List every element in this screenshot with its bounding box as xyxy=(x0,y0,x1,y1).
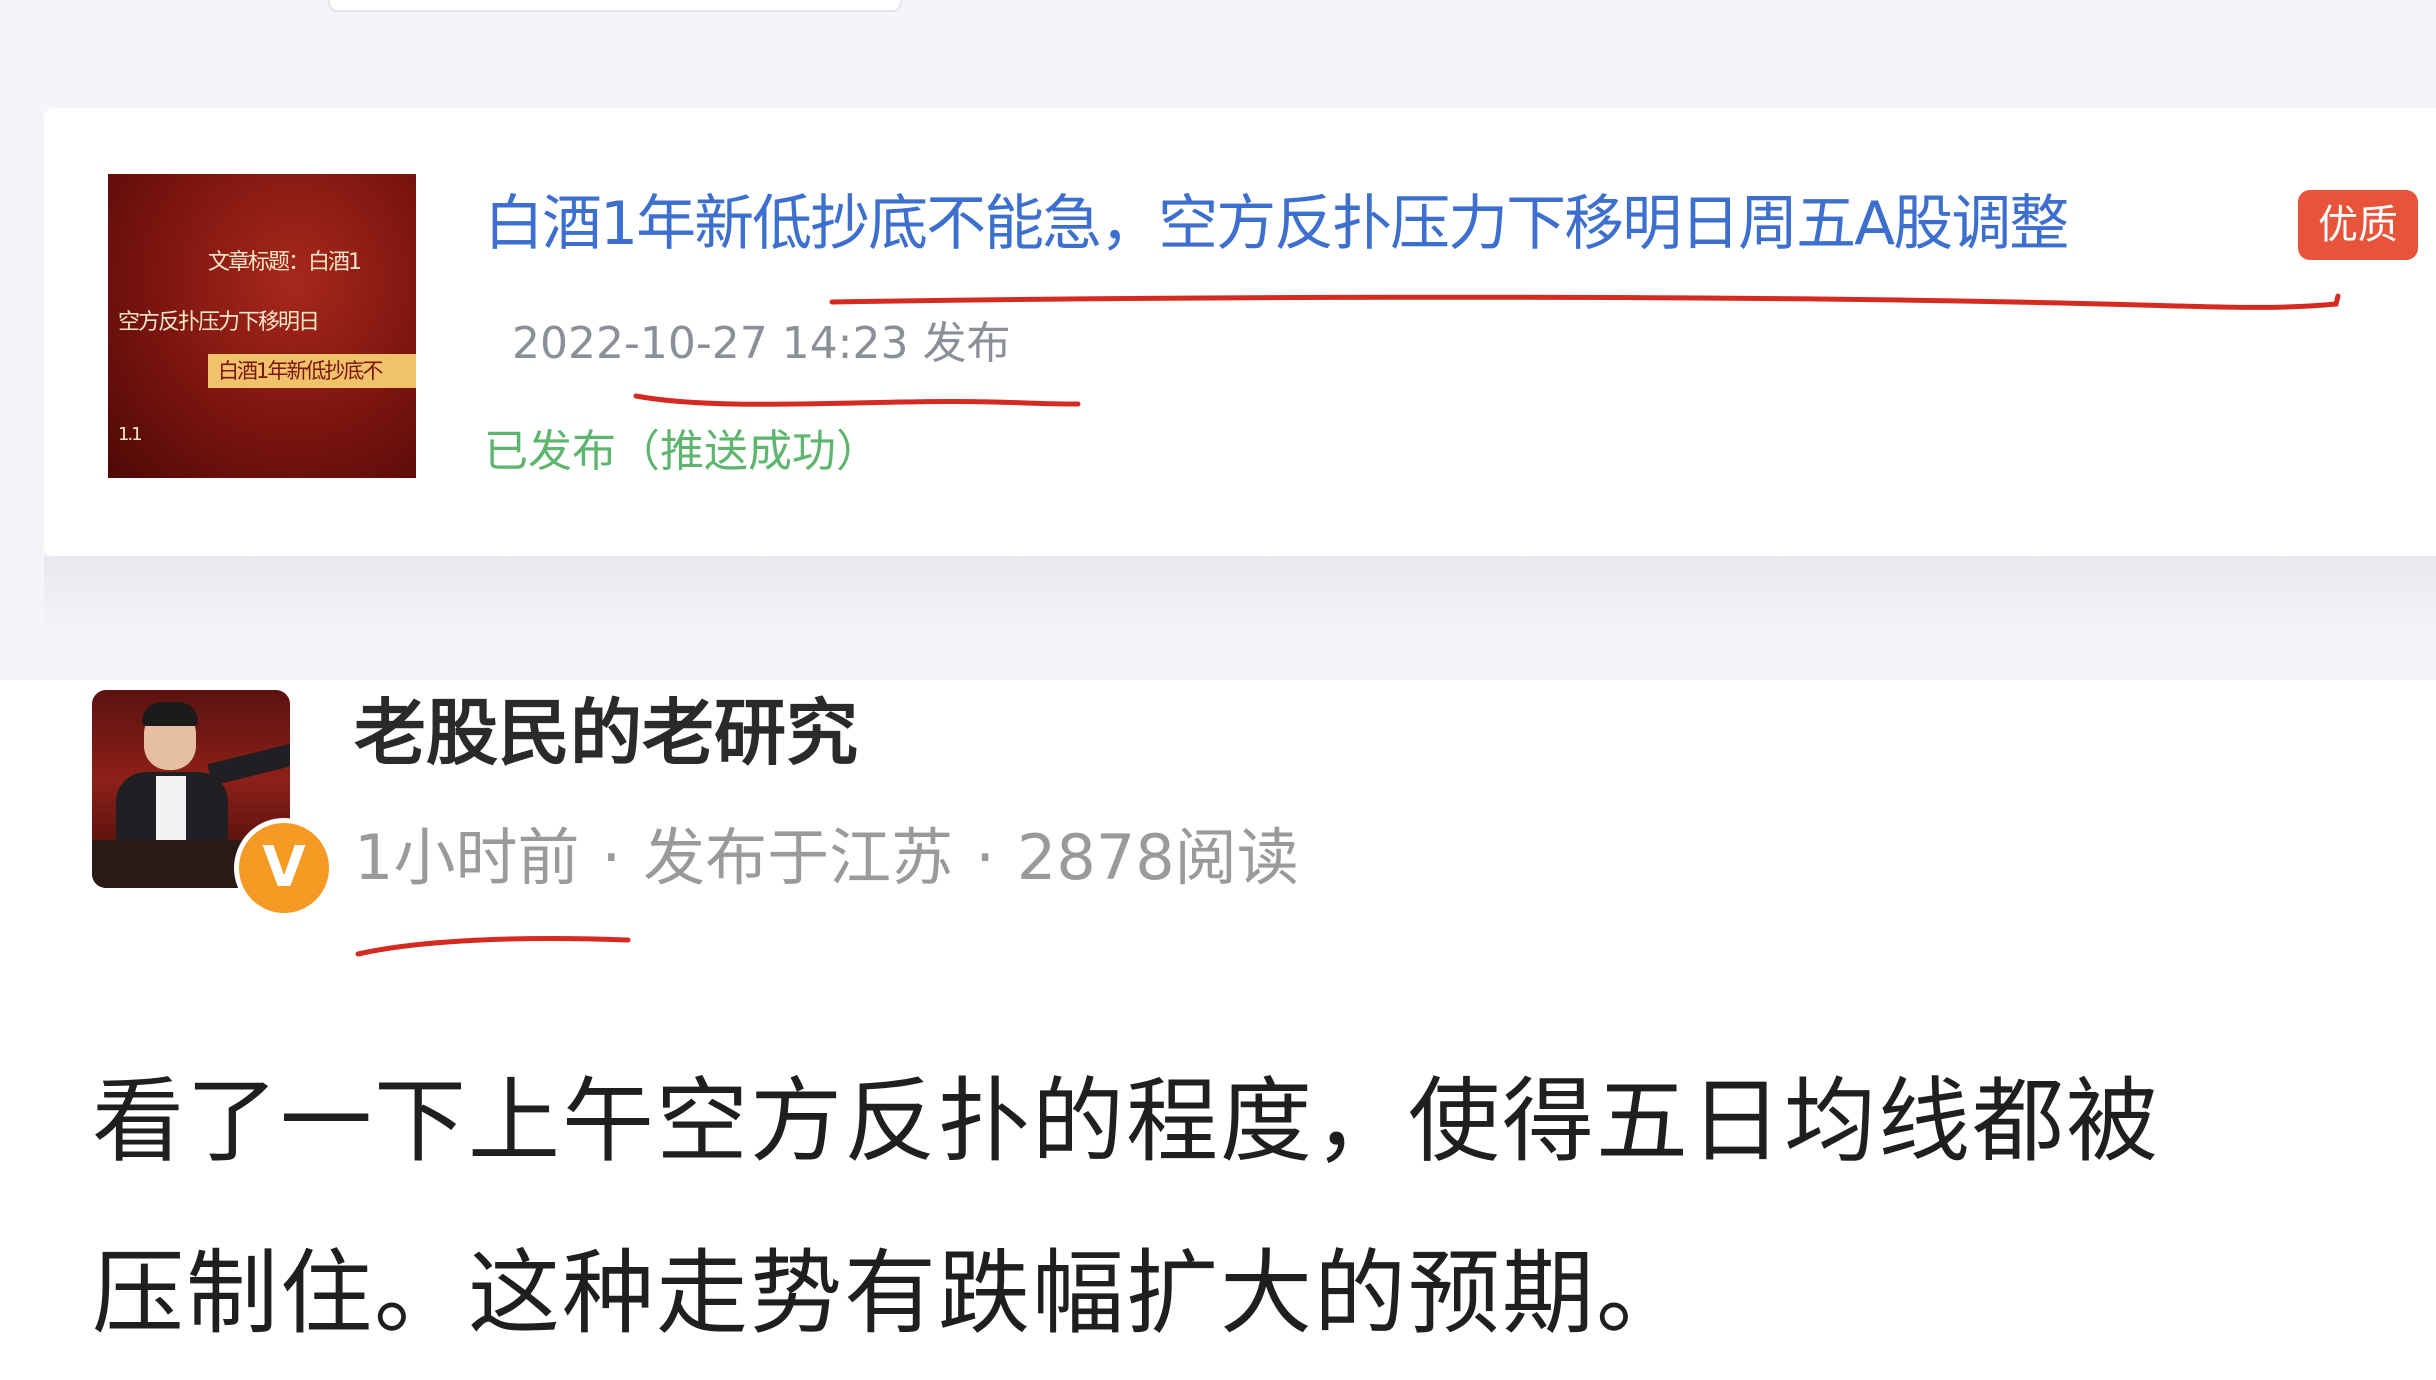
article-title-link[interactable]: 白酒1年新低抄底不能急，空方反扑压力下移明日周五A股调整 xyxy=(484,188,2069,260)
post-location: 发布于江苏 xyxy=(643,821,954,894)
avatar-figure xyxy=(142,702,198,726)
card-divider xyxy=(44,556,2436,640)
search-input[interactable] xyxy=(328,0,902,12)
post-body: 看了一下上午空方反扑的程度，使得五日均线都被 压制住。这种走势有跌幅扩大的预期。 xyxy=(92,1036,2392,1380)
annotation-underline-time xyxy=(355,936,631,957)
thumbnail-text: 1.1 xyxy=(118,424,143,445)
thumbnail-banner-text: 白酒1年新低抄底不 xyxy=(218,359,383,383)
thumbnail-text: 空方反扑压力下移明日 xyxy=(118,310,320,335)
verified-v-icon: V xyxy=(234,818,334,918)
post-meta: 1小时前 · 发布于江苏 · 2878阅读 xyxy=(354,820,1299,896)
publish-time: 2022-10-27 14:23 发布 xyxy=(512,318,1011,369)
publish-status: 已发布（推送成功） xyxy=(484,426,880,477)
article-thumbnail[interactable]: 文章标题：白酒1 空方反扑压力下移明日 白酒1年新低抄底不 1.1 xyxy=(108,174,416,478)
meta-separator: · xyxy=(601,821,622,894)
post-body-line: 压制住。这种走势有跌幅扩大的预期。 xyxy=(92,1240,1691,1347)
thumbnail-text: 文章标题：白酒1 xyxy=(208,250,362,275)
quality-badge: 优质 xyxy=(2298,190,2418,260)
thumbnail-banner: 白酒1年新低抄底不 xyxy=(208,354,416,388)
read-count: 2878阅读 xyxy=(1016,821,1299,894)
post-time: 1小时前 xyxy=(354,821,580,894)
post-body-line: 看了一下上午空方反扑的程度，使得五日均线都被 xyxy=(92,1068,2161,1175)
meta-separator: · xyxy=(975,821,995,894)
avatar-figure xyxy=(207,728,290,786)
author-name[interactable]: 老股民的老研究 xyxy=(354,690,858,776)
